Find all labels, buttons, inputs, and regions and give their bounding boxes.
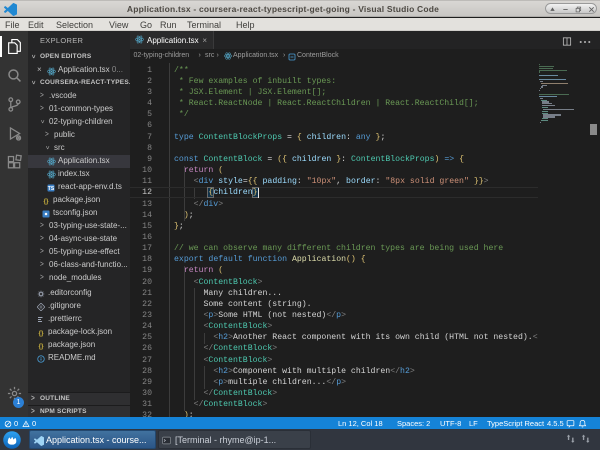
svg-text:TS: TS [48,186,55,192]
svg-text:{}: {} [38,330,44,337]
svg-text:{}: {} [43,198,49,205]
svg-text:{}: {} [38,343,44,350]
